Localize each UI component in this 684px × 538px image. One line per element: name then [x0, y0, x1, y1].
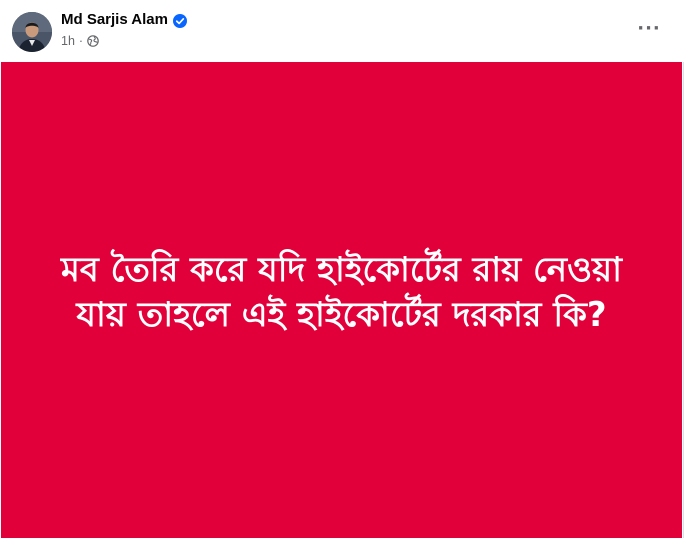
post-meta: 1h · — [61, 34, 99, 48]
more-options-button[interactable]: ··· — [634, 16, 664, 42]
more-options-icon: ··· — [637, 18, 661, 39]
post-timestamp[interactable]: 1h — [61, 34, 75, 48]
globe-icon[interactable] — [87, 35, 99, 47]
avatar-image — [12, 12, 52, 52]
post-header: Md Sarjis Alam 1h · ··· — [0, 0, 684, 62]
facebook-post: Md Sarjis Alam 1h · ··· মব তৈরি করে যদি … — [0, 0, 684, 538]
author-row: Md Sarjis Alam — [61, 11, 187, 28]
author-name[interactable]: Md Sarjis Alam — [61, 11, 168, 28]
verified-badge-icon — [172, 13, 187, 28]
post-text-card[interactable]: মব তৈরি করে যদি হাইকোর্টের রায় নেওয়া য… — [1, 62, 682, 538]
meta-separator: · — [78, 34, 84, 48]
author-avatar[interactable] — [12, 12, 52, 52]
post-text: মব তৈরি করে যদি হাইকোর্টের রায় নেওয়া য… — [60, 250, 623, 335]
